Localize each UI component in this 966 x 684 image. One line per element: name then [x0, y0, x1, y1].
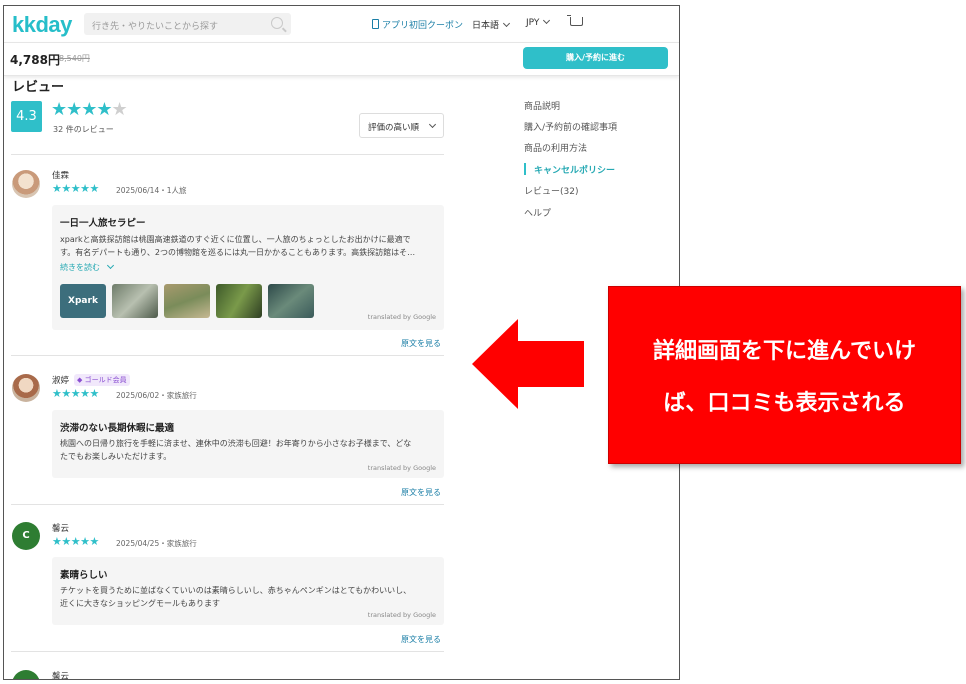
review-body-line: たでもお楽しみいただけます。 [60, 452, 172, 461]
reviewer-name: 佳霖 [52, 171, 70, 181]
chevron-down-icon [106, 261, 114, 270]
avatar [12, 670, 40, 679]
review-body-line: xparkと高鉄探訪館は桃園高速鉄道のすぐ近くに位置し、一人旅のちょっとしたお出… [60, 235, 411, 244]
review-meta: 2025/06/14・1人旅 [116, 186, 187, 195]
language-selector[interactable]: 日本語 [472, 18, 511, 31]
chevron-down-icon [543, 16, 551, 25]
language-label: 日本語 [472, 21, 500, 31]
view-original-link[interactable]: 原文を見る [401, 487, 441, 498]
app-coupon-label: アプリ初回クーポン [382, 21, 464, 31]
review-stars: ★★★★★ [52, 182, 99, 195]
review-title: 渋滞のない長期休暇に最適 [60, 423, 175, 434]
cart-icon[interactable] [567, 15, 583, 26]
original-price: 8,540円 [59, 54, 90, 63]
avatar: C [12, 522, 40, 550]
sort-label: 評価の高い順 [368, 123, 420, 133]
divider [11, 651, 444, 652]
sidebar-item-usage[interactable]: 商品の利用方法 [524, 141, 587, 154]
review-body-line: 近くに大きなショッピングモールもあります [60, 599, 220, 608]
phone-icon [372, 19, 379, 29]
chevron-down-icon [428, 120, 437, 129]
review-stars: ★★★★★ [52, 387, 99, 400]
search-input[interactable]: 行き先・やりたいことから探す [84, 13, 291, 35]
review-stars: ★★★★★ [52, 535, 99, 548]
translated-by-google: translated by Google [367, 464, 436, 472]
rating-score: 4.3 [11, 101, 42, 132]
review-title: 素晴らしい [60, 570, 108, 581]
kkday-logo[interactable]: kkday [12, 12, 72, 38]
review-meta: 2025/06/02・家族旅行 [116, 391, 197, 400]
current-price: 4,788円 [10, 53, 60, 67]
annotation-callout: 詳細画面を下に進んでいけ ば、口コミも表示される [608, 286, 961, 464]
review-photo[interactable] [164, 284, 210, 318]
sidebar-item-reviews[interactable]: レビュー(32) [524, 184, 578, 197]
reviewer-name: 淑婷 [52, 376, 70, 386]
review-photo[interactable] [268, 284, 314, 318]
photo-text: Xpark [68, 296, 98, 306]
price-bar: 4,788円 8,540円 購入/予約に進む [4, 42, 679, 76]
review-title: 一日一人旅セラピー [60, 218, 146, 229]
review-body-line: チケットを買うために並ばなくていいのは素晴らしいし、赤ちゃんペンギンはとてもかわ… [60, 586, 412, 595]
review-photo[interactable] [216, 284, 262, 318]
sidebar-item-help[interactable]: ヘルプ [524, 206, 551, 219]
member-badge-label: ゴールド会員 [84, 376, 127, 384]
review-photo[interactable]: Xpark [60, 284, 106, 318]
translated-by-google: translated by Google [367, 611, 436, 619]
review-card: 素晴らしい チケットを買うために並ばなくていいのは素晴らしいし、赤ちゃんペンギン… [52, 557, 444, 625]
callout-line-1: 詳細画面を下に進んでいけ [653, 339, 916, 364]
sort-dropdown[interactable]: 評価の高い順 [359, 113, 444, 138]
read-more-link[interactable]: 続きを読む [60, 261, 114, 273]
read-more-label: 続きを読む [60, 263, 100, 272]
review-card: 渋滞のない長期休暇に最適 桃園への日帰り旅行を手軽に済ませ、連休中の渋滞も回避！… [52, 410, 444, 478]
search-icon[interactable] [271, 17, 283, 29]
avatar [12, 374, 40, 402]
review-body-line: す。有名デパートも通り、2つの博物館を巡るには丸一日かかることもあります。高鉄探… [60, 248, 416, 257]
divider [11, 355, 444, 356]
review-photo[interactable] [112, 284, 158, 318]
avatar [12, 170, 40, 198]
callout-line-2: ば、口コミも表示される [663, 391, 906, 416]
chevron-down-icon [502, 19, 511, 28]
active-indicator [524, 163, 526, 175]
currency-selector[interactable]: JPY [526, 16, 551, 28]
book-now-button[interactable]: 購入/予約に進む [523, 47, 668, 69]
review-meta: 2025/04/25・家族旅行 [116, 539, 197, 548]
top-navigation: kkday 行き先・やりたいことから探す アプリ初回クーポン 日本語 JPY [4, 6, 679, 42]
app-coupon-link[interactable]: アプリ初回クーポン [372, 18, 463, 31]
view-original-link[interactable]: 原文を見る [401, 338, 441, 349]
member-badge: ◆ ゴールド会員 [74, 374, 130, 386]
reviewer-name: 馨云 [52, 524, 70, 534]
sidebar-item-description[interactable]: 商品説明 [524, 99, 560, 112]
search-placeholder: 行き先・やりたいことから探す [92, 22, 219, 32]
sidebar-item-confirmation[interactable]: 購入/予約前の確認事項 [524, 120, 617, 133]
rating-stars: ★★★★★ [51, 99, 128, 120]
divider [11, 154, 444, 155]
review-body-line: 桃園への日帰り旅行を手軽に済ませ、連休中の渋滞も回避！お年寄りから小さなお子様ま… [60, 439, 412, 448]
divider [11, 504, 444, 505]
arrow-left-icon [472, 319, 584, 409]
view-original-link[interactable]: 原文を見る [401, 634, 441, 645]
currency-label: JPY [526, 18, 540, 28]
reviews-title: レビュー [12, 80, 65, 95]
review-count: 32 件のレビュー [53, 125, 114, 134]
diamond-icon: ◆ [77, 376, 83, 384]
translated-by-google: translated by Google [367, 313, 436, 321]
half-star-icon: ★ [111, 99, 128, 120]
reviewer-name: 馨云 [52, 672, 70, 680]
review-card: 一日一人旅セラピー xparkと高鉄探訪館は桃園高速鉄道のすぐ近くに位置し、一人… [52, 205, 444, 330]
sidebar-item-cancellation[interactable]: キャンセルポリシー [534, 163, 615, 176]
